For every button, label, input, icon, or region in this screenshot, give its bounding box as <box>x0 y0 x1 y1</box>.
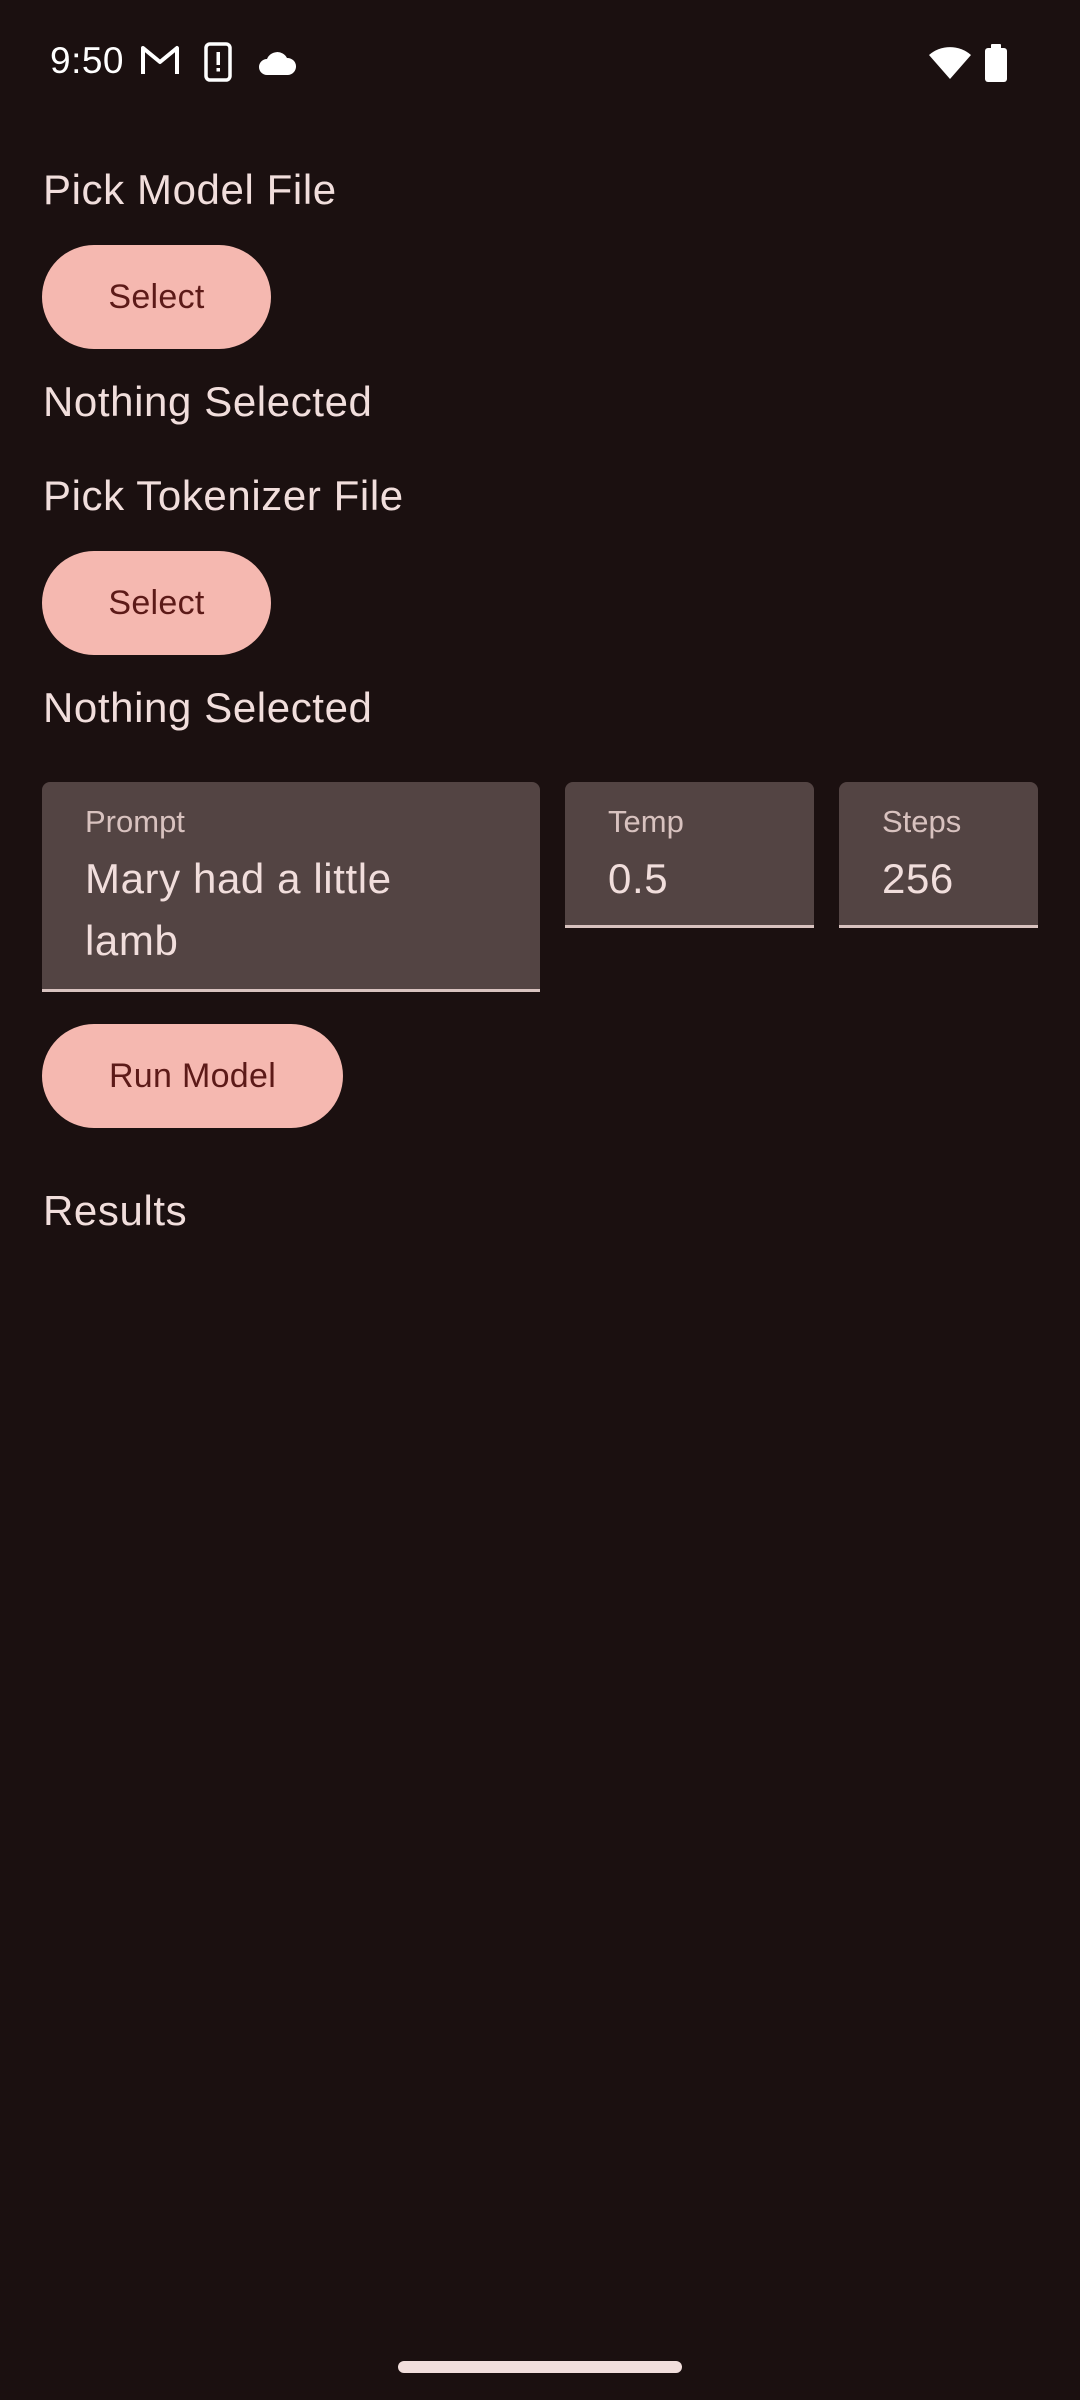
steps-field[interactable]: Steps 256 <box>839 782 1038 928</box>
battery-icon <box>984 44 1008 87</box>
prompt-field[interactable]: Prompt Mary had a little lamb <box>42 782 540 992</box>
prompt-value-line-1: Mary had a little <box>85 855 392 902</box>
select-model-button[interactable]: Select <box>42 245 271 349</box>
temp-field[interactable]: Temp 0.5 <box>565 782 814 928</box>
prompt-value-line-2: lamb <box>85 917 179 964</box>
steps-field-value[interactable]: 256 <box>882 848 954 910</box>
temp-field-value[interactable]: 0.5 <box>608 848 668 910</box>
prompt-field-value[interactable]: Mary had a little lamb <box>85 848 392 972</box>
temp-field-label: Temp <box>608 804 684 839</box>
cloud-icon <box>258 50 297 81</box>
tokenizer-selection-status: Nothing Selected <box>43 684 373 731</box>
results-label: Results <box>43 1187 188 1234</box>
home-indicator[interactable] <box>398 2361 682 2373</box>
steps-field-label: Steps <box>882 804 962 839</box>
wifi-icon <box>928 46 972 85</box>
gmail-icon <box>140 44 180 81</box>
status-bar: 9:50 <box>0 0 1080 128</box>
device-alert-icon <box>204 42 232 87</box>
model-file-label: Pick Model File <box>43 166 337 213</box>
prompt-field-label: Prompt <box>85 804 185 839</box>
model-selection-status: Nothing Selected <box>43 378 373 425</box>
tokenizer-file-label: Pick Tokenizer File <box>43 472 404 519</box>
run-model-button[interactable]: Run Model <box>42 1024 343 1128</box>
status-time: 9:50 <box>50 40 125 81</box>
select-tokenizer-button[interactable]: Select <box>42 551 271 655</box>
